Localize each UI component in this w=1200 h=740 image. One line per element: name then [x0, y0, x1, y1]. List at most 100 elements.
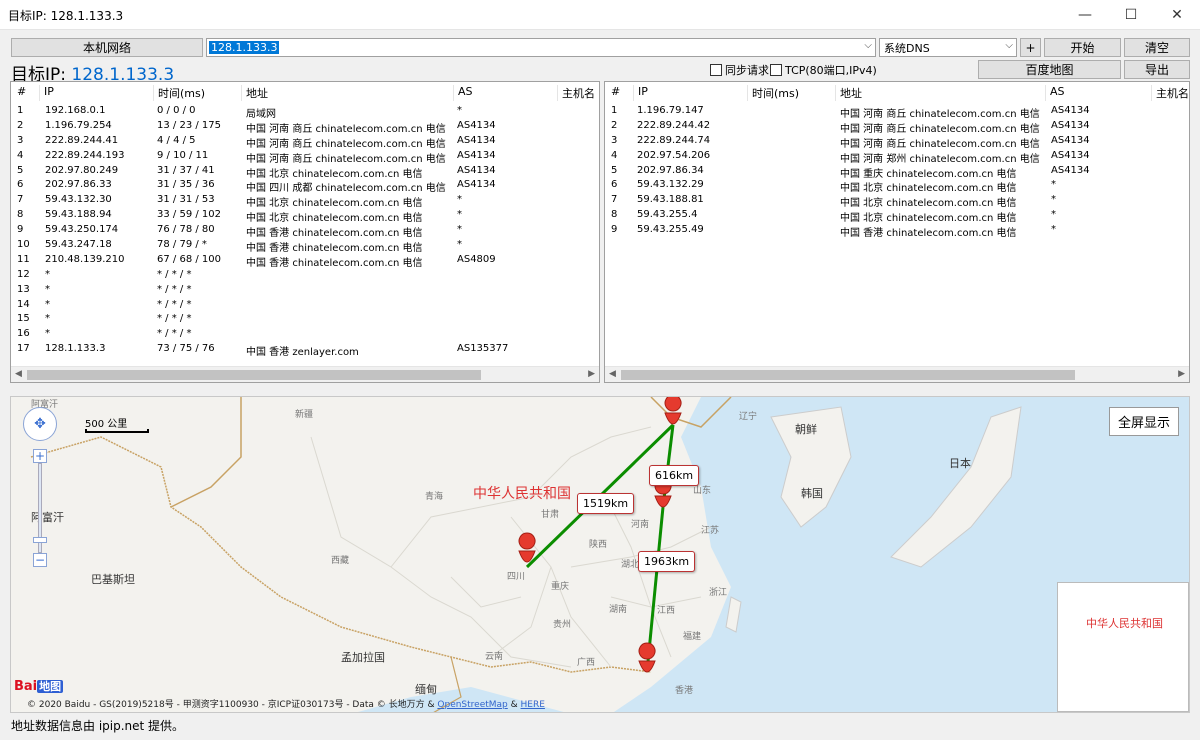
chevron-down-icon[interactable]: ⌵	[864, 40, 872, 51]
table-row[interactable]: 1 192.168.0.1 0 / 0 / 0 局域网 *	[11, 104, 599, 120]
scrollbar-thumb[interactable]	[27, 370, 481, 380]
table-row[interactable]: 7 59.43.132.30 31 / 31 / 53 中国 北京 chinatele…	[11, 193, 599, 209]
col-header-time[interactable]: 时间(ms)	[153, 85, 205, 101]
col-header-as[interactable]: AS	[453, 85, 473, 101]
table-row[interactable]: 13 * * / * / *	[11, 283, 599, 298]
table-row[interactable]: 11 210.48.139.210 67 / 68 / 100 中国 香港 china…	[11, 253, 599, 269]
table-row[interactable]: 15 * * / * / *	[11, 312, 599, 327]
baidu-map-button[interactable]: 百度地图	[978, 60, 1121, 79]
col-header-ip[interactable]: IP	[39, 85, 54, 101]
table-row[interactable]: 10 59.43.247.18 78 / 79 / * 中国 香港 chinatele…	[11, 238, 599, 255]
trace-table-left: # IP 时间(ms) 地址 AS 主机名 1 192.168.0.1 0 / 0 …	[10, 81, 600, 383]
table-row[interactable]: 3 222.89.244.74 中国 河南 商丘 chinatelecom.com.…	[605, 134, 1189, 150]
zoom-out-button[interactable]: −	[33, 553, 47, 567]
trace-table-right: # IP 时间(ms) 地址 AS 主机名 1 1.196.79.147 中国 河南…	[604, 81, 1190, 383]
minimize-button[interactable]: —	[1062, 0, 1108, 30]
table-row[interactable]: 14 * * / * / *	[11, 298, 599, 313]
add-dns-button[interactable]: +	[1020, 38, 1041, 57]
region-label: 陕西	[589, 540, 608, 550]
table-row[interactable]: 12 * * / * / *	[11, 268, 599, 283]
col-header-index[interactable]: #	[13, 85, 26, 101]
table-row[interactable]: 8 59.43.255.4 中国 北京 chinatelecom.com.cn 电信…	[605, 208, 1189, 224]
col-header-ip[interactable]: IP	[633, 85, 648, 101]
scroll-left-icon[interactable]: ◀	[15, 369, 22, 379]
table-row[interactable]: 9 59.43.255.49 中国 香港 chinatelecom.com.cn 电…	[605, 223, 1189, 240]
table-row[interactable]: 6 202.97.86.33 31 / 35 / 36 中国 四川 成都 chinat…	[11, 178, 599, 194]
region-label: 浙江	[709, 588, 728, 598]
map-pan-control[interactable]: ✥	[23, 407, 57, 441]
col-header-as[interactable]: AS	[1045, 85, 1065, 101]
cell-index: 5	[611, 164, 618, 176]
osm-link[interactable]: OpenStreetMap	[437, 700, 507, 710]
target-input[interactable]: 128.1.133.3 ⌵	[206, 38, 876, 57]
table-header: # IP 时间(ms) 地址 AS 主机名	[11, 85, 599, 101]
table-row[interactable]: 2 222.89.244.42 中国 河南 商丘 chinatelecom.com.…	[605, 119, 1189, 135]
col-header-address[interactable]: 地址	[241, 85, 268, 101]
local-network-button[interactable]: 本机网络	[11, 38, 203, 57]
maximize-button[interactable]: ☐	[1108, 0, 1154, 30]
col-header-index[interactable]: #	[607, 85, 620, 101]
cell-index: 2	[17, 119, 24, 131]
cell-time: * / * / *	[157, 298, 192, 310]
col-header-hostname[interactable]: 主机名	[557, 85, 595, 101]
table-row[interactable]: 8 59.43.188.94 33 / 59 / 102 中国 北京 chinatel…	[11, 208, 599, 224]
table-row[interactable]: 4 202.97.54.206 中国 河南 郑州 chinatelecom.com.…	[605, 149, 1189, 165]
scroll-right-icon[interactable]: ▶	[588, 369, 595, 379]
tcp-checkbox[interactable]: TCP(80端口,IPv4)	[770, 62, 877, 78]
table-row[interactable]: 4 222.89.244.193 9 / 10 / 11 中国 河南 商丘 china…	[11, 149, 599, 165]
export-button[interactable]: 导出	[1124, 60, 1190, 79]
region-label: 湖北	[621, 560, 640, 570]
checkbox-icon[interactable]	[770, 64, 782, 76]
dns-select[interactable]: 系统DNS ⌵	[879, 38, 1017, 57]
table-row[interactable]: 16 * * / * / *	[11, 327, 599, 342]
cell-as: *	[457, 209, 462, 221]
table-row[interactable]: 1 1.196.79.147 中国 河南 商丘 chinatelecom.com.c…	[605, 104, 1189, 120]
close-button[interactable]: ✕	[1154, 0, 1200, 30]
clear-button[interactable]: 清空	[1124, 38, 1190, 57]
zoom-in-button[interactable]: +	[33, 449, 47, 463]
cell-index: 4	[611, 149, 618, 161]
table-row[interactable]: 3 222.89.244.41 4 / 4 / 5 中国 河南 商丘 chinatel…	[11, 134, 599, 150]
cell-time: 73 / 75 / 76	[157, 343, 215, 355]
scrollbar-thumb[interactable]	[621, 370, 1075, 380]
col-header-time[interactable]: 时间(ms)	[747, 85, 799, 101]
horizontal-scrollbar[interactable]: ◀ ▶	[605, 366, 1189, 382]
col-header-address[interactable]: 地址	[835, 85, 862, 101]
cell-index: 1	[17, 105, 24, 116]
col-header-hostname[interactable]: 主机名	[1151, 85, 1189, 101]
table-row[interactable]: 6 59.43.132.29 中国 北京 chinatelecom.com.cn 电…	[605, 178, 1189, 194]
cell-address: 中国 香港 chinatelecom.com.cn 电信	[246, 243, 423, 255]
cell-index: 9	[611, 224, 618, 236]
table-row[interactable]: 5 202.97.86.34 中国 重庆 chinatelecom.com.cn 电…	[605, 164, 1189, 180]
route-map[interactable]: 阿富汗 新疆 青海 甘肃 西藏 四川 重庆 湖北 湖南 贵州 云南 广西 江西 …	[10, 396, 1190, 713]
fullscreen-button[interactable]: 全屏显示	[1108, 407, 1179, 436]
table-row[interactable]: 9 59.43.250.174 76 / 78 / 80 中国 香港 chinatel…	[11, 223, 599, 240]
chevron-down-icon[interactable]: ⌵	[1005, 40, 1013, 51]
region-label: 甘肃	[541, 510, 560, 520]
table-row[interactable]: 5 202.97.80.249 31 / 37 / 41 中国 北京 chinatel…	[11, 164, 599, 180]
cell-address: 中国 香港 chinatelecom.com.cn 电信	[840, 228, 1017, 240]
cell-address: 中国 香港 chinatelecom.com.cn 电信	[246, 228, 423, 240]
horizontal-scrollbar[interactable]: ◀ ▶	[11, 366, 599, 382]
table-row[interactable]: 7 59.43.188.81 中国 北京 chinatelecom.com.cn 电…	[605, 193, 1189, 209]
zoom-slider[interactable]: + −	[33, 449, 47, 569]
cell-index: 7	[17, 194, 24, 206]
table-row[interactable]: 2 1.196.79.254 13 / 23 / 175 中国 河南 商丘 china…	[11, 119, 599, 135]
sync-request-checkbox[interactable]: 同步请求	[710, 62, 769, 78]
close-icon: ✕	[1171, 7, 1183, 23]
distance-label: 1519km	[577, 493, 635, 514]
zoom-handle[interactable]	[33, 537, 47, 543]
pan-arrows-icon[interactable]: ✥	[34, 416, 46, 432]
baidu-logo-text: Bai	[14, 679, 38, 694]
table-row[interactable]: 17 128.1.133.3 73 / 75 / 76 中国 香港 zenlayer.…	[11, 342, 599, 358]
here-link[interactable]: HERE	[521, 700, 545, 710]
cell-index: 2	[611, 119, 618, 131]
start-button[interactable]: 开始	[1044, 38, 1121, 57]
region-label: 四川	[507, 572, 526, 582]
cell-ip: 59.43.188.81	[637, 194, 704, 206]
scroll-left-icon[interactable]: ◀	[609, 369, 616, 379]
checkbox-icon[interactable]	[710, 64, 722, 76]
scroll-right-icon[interactable]: ▶	[1178, 369, 1185, 379]
cell-ip: 1.196.79.254	[45, 119, 112, 131]
cell-index: 11	[17, 253, 30, 265]
